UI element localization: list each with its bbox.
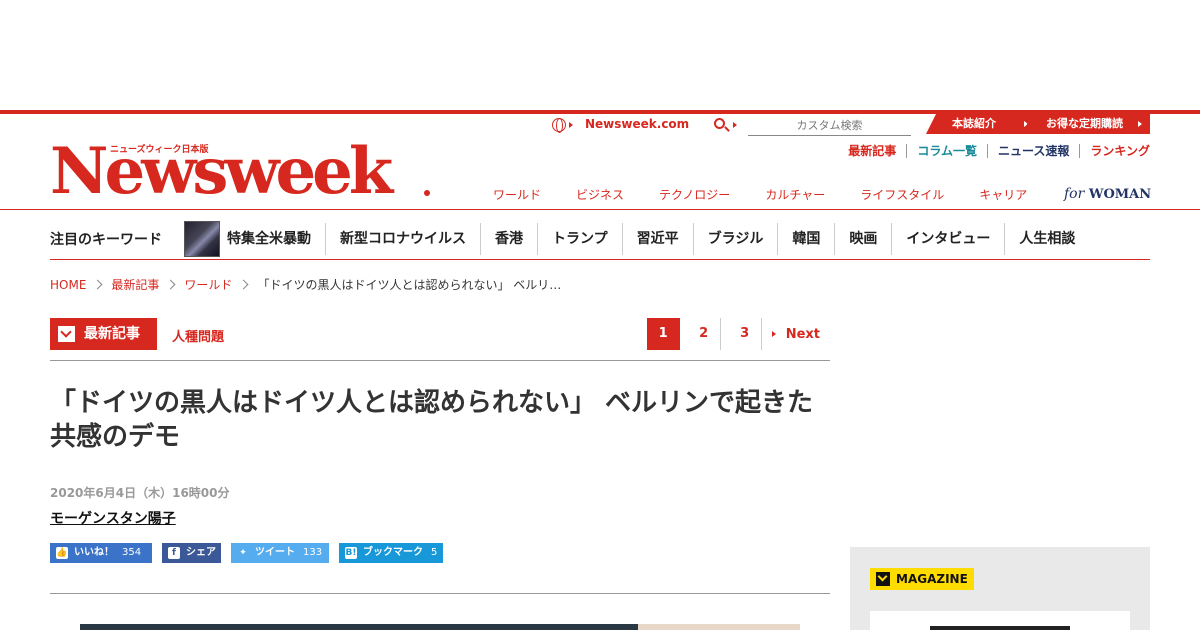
for-woman-prefix: for xyxy=(1064,186,1085,202)
like-button[interactable]: 👍 いいね！ 354 xyxy=(50,543,152,563)
twitter-bird-icon: ✦ xyxy=(239,548,247,558)
subscribe-button[interactable]: お得な定期購読 xyxy=(1022,114,1150,134)
breadcrumb: HOME 最新記事 ワールド 「ドイツの黒人はドイツ人とは認められない」 ベルリ… xyxy=(50,276,561,293)
article-author[interactable]: モーゲンスタン陽子 xyxy=(50,508,176,528)
facebook-icon: f xyxy=(168,547,180,559)
checkbox-icon xyxy=(876,572,890,586)
tweet-label: ツイート xyxy=(255,547,295,558)
facebook-share-label: シェア xyxy=(186,547,216,558)
like-count: 354 xyxy=(122,547,142,558)
arrow-right-icon xyxy=(569,122,573,128)
hatena-bookmark-button[interactable]: B! ブックマーク 5 xyxy=(339,543,443,563)
hero-image xyxy=(80,624,638,630)
search-input[interactable] xyxy=(748,116,911,136)
newsweek-com-link[interactable]: Newsweek.com xyxy=(585,117,689,131)
nav-culture[interactable]: カルチャー xyxy=(765,186,825,203)
checkbox-icon xyxy=(58,326,75,342)
breadcrumb-home[interactable]: HOME xyxy=(50,278,86,292)
keyword-item[interactable]: 韓国 xyxy=(778,222,836,255)
chevron-right-icon xyxy=(238,279,249,290)
keyword-item[interactable]: インタビュー xyxy=(892,222,1006,255)
page-1[interactable]: 1 xyxy=(646,318,680,350)
page-2[interactable]: 2 xyxy=(688,318,721,350)
keyword-title: 注目のキーワード xyxy=(50,231,162,248)
article-headline: 「ドイツの黒人はドイツ人とは認められない」 ベルリンで起きた共感のデモ xyxy=(50,388,814,452)
arrow-right-icon xyxy=(771,331,776,337)
hatena-label: ブックマーク xyxy=(363,547,423,558)
for-woman-link[interactable]: for WOMAN xyxy=(1064,186,1151,202)
keyword-item[interactable]: 香港 xyxy=(481,222,538,255)
link-latest-articles[interactable]: 最新記事 xyxy=(838,144,908,158)
nav-business[interactable]: ビジネス xyxy=(576,186,624,203)
keyword-item[interactable]: 習近平 xyxy=(623,222,694,255)
for-woman-label: WOMAN xyxy=(1088,187,1152,202)
category-nav: ワールド ビジネス テクノロジー カルチャー ライフスタイル キャリア xyxy=(493,186,1062,203)
breadcrumb-world[interactable]: ワールド xyxy=(184,276,232,293)
about-magazine-button[interactable]: 本誌紹介 xyxy=(926,114,1036,134)
like-label: いいね！ xyxy=(74,547,114,558)
keyword-item[interactable]: 特集全米暴動 xyxy=(227,222,326,255)
article-divider xyxy=(50,593,830,594)
hatena-b-icon: B! xyxy=(345,547,357,559)
magazine-label-text: MAGAZINE xyxy=(896,572,968,586)
search-icon[interactable] xyxy=(714,118,725,129)
magazine-cover[interactable] xyxy=(930,626,1070,630)
newsweek-logo[interactable]: Newsweek xyxy=(50,132,393,212)
magazine-label: MAGAZINE xyxy=(870,568,974,590)
keyword-item[interactable]: 人生相談 xyxy=(1005,223,1089,255)
breadcrumb-current: 「ドイツの黒人はドイツ人とは認められない」 ベルリ… xyxy=(257,278,562,292)
latest-articles-badge: 最新記事 xyxy=(50,318,157,350)
nav-world[interactable]: ワールド xyxy=(493,186,541,203)
link-columns[interactable]: コラム一覧 xyxy=(907,144,988,158)
subscribe-label: お得な定期購読 xyxy=(1046,117,1123,130)
nav-lifestyle[interactable]: ライフスタイル xyxy=(860,186,944,203)
chevron-right-icon xyxy=(165,279,176,290)
link-ranking[interactable]: ランキング xyxy=(1080,144,1150,158)
sidebar-magazine: MAGAZINE xyxy=(850,547,1150,630)
keyword-item[interactable]: トランプ xyxy=(538,222,623,255)
nav-career[interactable]: キャリア xyxy=(979,186,1027,203)
next-page-label: Next xyxy=(785,326,820,342)
topic-link[interactable]: 人種問題 xyxy=(172,326,224,345)
hatena-count: 5 xyxy=(431,547,438,558)
tweet-count: 133 xyxy=(303,547,323,558)
about-magazine-label: 本誌紹介 xyxy=(952,117,996,130)
hero-image-side xyxy=(638,624,800,630)
nav-technology[interactable]: テクノロジー xyxy=(659,186,730,203)
logo-subtitle: ニューズウィーク日本版 xyxy=(110,145,209,155)
nav-divider xyxy=(0,209,1200,210)
globe-icon[interactable] xyxy=(552,118,566,133)
breadcrumb-latest[interactable]: 最新記事 xyxy=(111,276,159,293)
link-news-flash[interactable]: ニュース速報 xyxy=(988,144,1081,158)
magazine-card[interactable] xyxy=(870,611,1130,630)
facebook-share-button[interactable]: f シェア xyxy=(162,543,221,563)
secondary-links: 最新記事 コラム一覧 ニュース速報 ランキング xyxy=(838,144,1150,158)
page-3[interactable]: 3 xyxy=(729,318,762,350)
section-header: 最新記事 人種問題 1 2 3 Next xyxy=(50,318,830,361)
keyword-item[interactable]: 映画 xyxy=(835,222,893,255)
tweet-button[interactable]: ✦ ツイート 133 xyxy=(231,543,329,563)
logo-trademark-dot xyxy=(424,190,430,196)
chevron-right-icon xyxy=(92,279,103,290)
latest-badge-label: 最新記事 xyxy=(84,326,140,342)
keyword-item[interactable]: ブラジル xyxy=(694,222,779,255)
next-page-button[interactable]: Next xyxy=(771,326,830,342)
keyword-item[interactable]: 新型コロナウイルス xyxy=(326,222,481,255)
arrow-right-icon xyxy=(733,122,737,128)
pagination: 1 2 3 Next xyxy=(639,318,830,350)
thumbs-up-icon: 👍 xyxy=(56,547,68,559)
arrow-right-icon xyxy=(1138,121,1142,127)
keyword-thumbnail[interactable] xyxy=(184,220,220,257)
article-date: 2020年6月4日（木）16時00分 xyxy=(50,486,230,500)
keyword-bar: 注目のキーワード 特集全米暴動 新型コロナウイルス 香港 トランプ 習近平 ブラ… xyxy=(50,218,1150,260)
